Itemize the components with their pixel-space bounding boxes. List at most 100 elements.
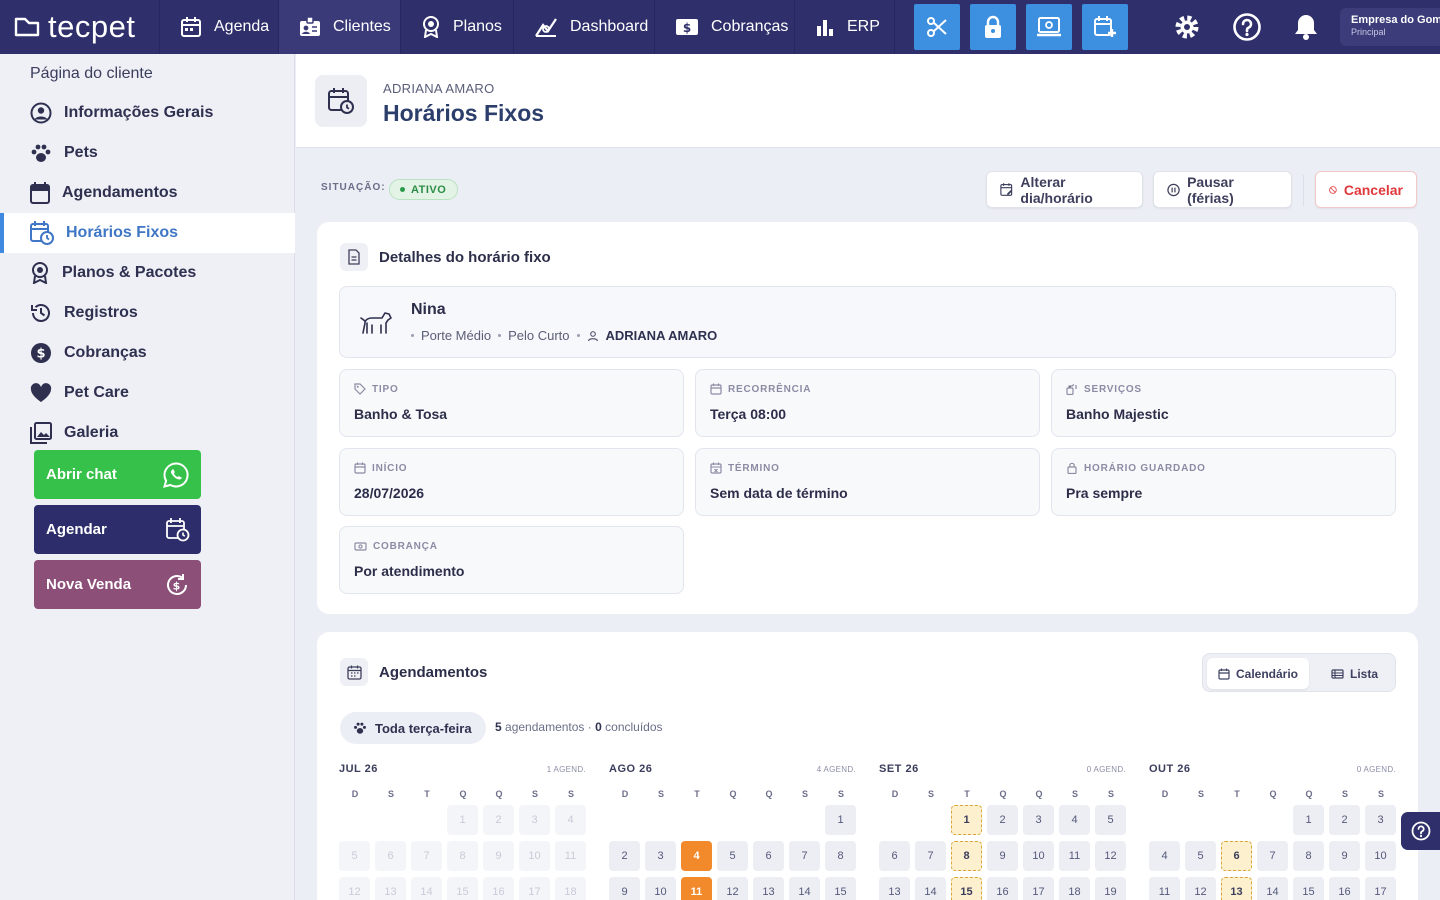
calendar-day[interactable]: 2 [987,805,1018,835]
calendar-day[interactable]: 15 [951,877,982,900]
sidebar-item-informacoes-gerais[interactable]: Informações Gerais [0,93,295,133]
calendar-day[interactable]: 15 [825,877,856,900]
calendar-day[interactable]: 13 [879,877,910,900]
sidebar-item-galeria[interactable]: Galeria [0,413,295,453]
calendar-day[interactable]: 5 [339,841,370,871]
schedule-button[interactable]: Agendar [34,505,201,554]
calendar-day[interactable]: 14 [789,877,820,900]
calendar-day[interactable]: 4 [1059,805,1090,835]
calendar-day[interactable]: 16 [1329,877,1360,900]
calendar-day[interactable]: 19 [1095,877,1126,900]
nav-agenda[interactable]: Agenda [160,0,279,54]
settings-button[interactable] [1170,10,1204,44]
calendar-day[interactable]: 8 [447,841,478,871]
calendar-day[interactable]: 11 [1149,877,1180,900]
calendar-day[interactable]: 8 [1293,841,1324,871]
calendar-day[interactable]: 13 [1221,877,1252,900]
nav-cobrancas[interactable]: $ Cobranças [655,0,795,54]
calendar-day[interactable]: 17 [1023,877,1054,900]
calendar-day[interactable]: 18 [555,877,586,900]
brand-logo[interactable]: tecpet [0,0,160,54]
calendar-day[interactable]: 3 [1365,805,1396,835]
calendar-day[interactable]: 18 [1059,877,1090,900]
calendar-day[interactable]: 13 [753,877,784,900]
cancel-button[interactable]: Cancelar [1315,171,1417,208]
calendar-day[interactable]: 8 [825,841,856,871]
calendar-day[interactable]: 2 [483,805,514,835]
calendar-day[interactable]: 11 [555,841,586,871]
calendar-day[interactable]: 10 [519,841,550,871]
calendar-day[interactable]: 10 [1365,841,1396,871]
calendar-day[interactable]: 3 [519,805,550,835]
calendar-day[interactable]: 13 [375,877,406,900]
sidebar-item-planos-pacotes[interactable]: Planos & Pacotes [0,253,295,293]
nav-dashboard[interactable]: Dashboard [514,0,655,54]
calendar-day[interactable]: 12 [339,877,370,900]
nav-clientes[interactable]: Clientes [279,0,401,54]
calendar-day[interactable]: 12 [1185,877,1216,900]
calendar-day[interactable]: 12 [1095,841,1126,871]
company-selector[interactable]: Empresa do Gomes Principal [1340,8,1440,46]
view-list-button[interactable]: Lista [1320,658,1389,689]
calendar-day[interactable]: 3 [1023,805,1054,835]
notifications-button[interactable] [1289,10,1323,44]
sidebar-item-horarios-fixos[interactable]: Horários Fixos [0,213,295,253]
calendar-day[interactable]: 5 [1185,841,1216,871]
nav-erp[interactable]: ERP [795,0,895,54]
calendar-day[interactable]: 14 [915,877,946,900]
add-schedule-button[interactable] [1082,4,1128,50]
calendar-day[interactable]: 17 [519,877,550,900]
calendar-day[interactable]: 14 [411,877,442,900]
calendar-day[interactable]: 9 [1329,841,1360,871]
calendar-day[interactable]: 6 [753,841,784,871]
calendar-day[interactable]: 5 [1095,805,1126,835]
calendar-day[interactable]: 9 [609,877,640,900]
calendar-day[interactable]: 9 [483,841,514,871]
open-chat-button[interactable]: Abrir chat [34,450,201,499]
calendar-day[interactable]: 11 [1059,841,1090,871]
calendar-day[interactable]: 5 [717,841,748,871]
help-fab-button[interactable] [1401,812,1440,850]
calendar-day[interactable]: 12 [717,877,748,900]
pet-summary[interactable]: Nina Porte Médio Pelo Curto ADRIANA AMAR… [339,286,1396,358]
calendar-day[interactable]: 10 [1023,841,1054,871]
calendar-day[interactable]: 7 [915,841,946,871]
calendar-day[interactable]: 7 [411,841,442,871]
calendar-day[interactable]: 7 [1257,841,1288,871]
view-calendar-button[interactable]: Calendário [1207,658,1310,689]
sidebar-item-registros[interactable]: Registros [0,293,295,333]
nav-planos[interactable]: Planos [401,0,514,54]
calendar-day[interactable]: 6 [375,841,406,871]
calendar-day[interactable]: 4 [1149,841,1180,871]
calendar-day[interactable]: 10 [645,877,676,900]
calendar-day[interactable]: 1 [1293,805,1324,835]
calendar-day[interactable]: 11 [681,877,712,900]
calendar-day[interactable]: 15 [1293,877,1324,900]
calendar-day[interactable]: 8 [951,841,982,871]
calendar-day[interactable]: 2 [609,841,640,871]
calendar-day[interactable]: 1 [825,805,856,835]
calendar-day[interactable]: 2 [1329,805,1360,835]
pos-terminal-button[interactable] [1026,4,1072,50]
calendar-day[interactable]: 15 [447,877,478,900]
sidebar-item-pets[interactable]: Pets [0,133,295,173]
pause-button[interactable]: Pausar (férias) [1153,171,1292,208]
help-button[interactable] [1230,10,1264,44]
sidebar-item-pet-care[interactable]: Pet Care [0,373,295,413]
calendar-day[interactable]: 1 [951,805,982,835]
calendar-day[interactable]: 14 [1257,877,1288,900]
sidebar-item-agendamentos[interactable]: Agendamentos [0,173,295,213]
new-sale-button[interactable]: Nova Venda $ [34,560,201,609]
calendar-day[interactable]: 16 [987,877,1018,900]
sidebar-item-cobrancas[interactable]: $ Cobranças [0,333,295,373]
lock-button[interactable] [970,4,1016,50]
calendar-day[interactable]: 4 [681,841,712,871]
calendar-day[interactable]: 9 [987,841,1018,871]
calendar-day[interactable]: 16 [483,877,514,900]
calendar-day[interactable]: 1 [447,805,478,835]
calendar-day[interactable]: 3 [645,841,676,871]
calendar-day[interactable]: 7 [789,841,820,871]
calendar-day[interactable]: 6 [879,841,910,871]
change-schedule-button[interactable]: Alterar dia/horário [986,171,1143,208]
scissors-button[interactable] [914,4,960,50]
